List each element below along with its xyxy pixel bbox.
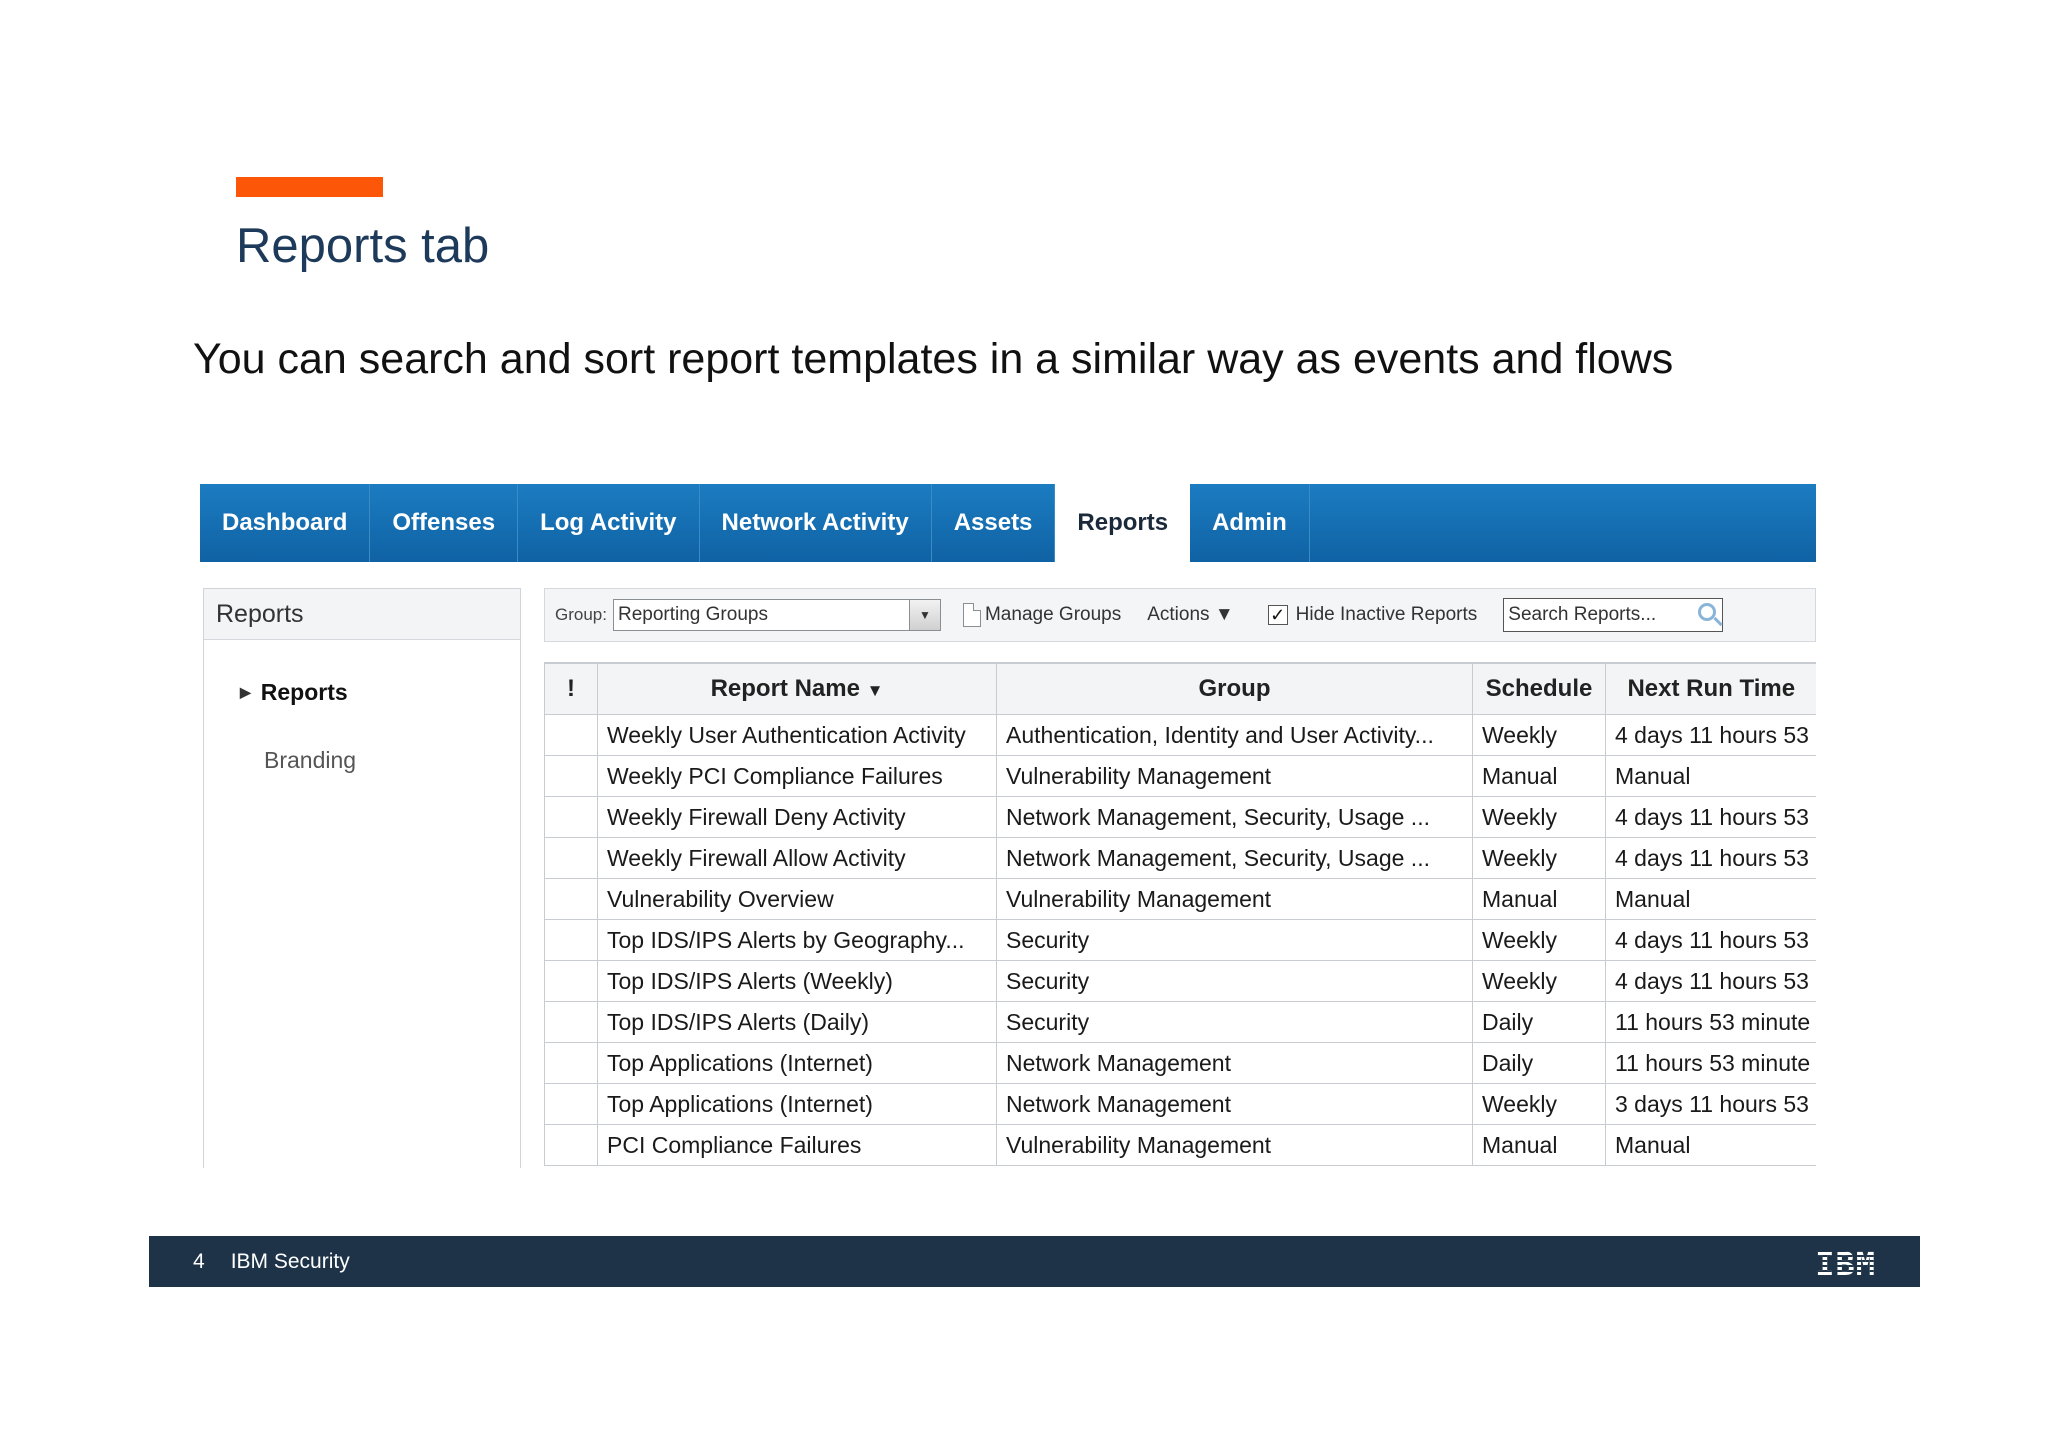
group-select-value: Reporting Groups [617,604,768,625]
table-row[interactable]: Top Applications (Internet) Network Manag… [544,1083,1816,1125]
tab-log-activity[interactable]: Log Activity [518,484,700,562]
slide-subtitle: You can search and sort report templates… [193,335,1674,383]
table-row[interactable]: Weekly PCI Compliance Failures Vulnerabil… [544,755,1816,797]
sidebar-item-label: Reports [260,679,348,705]
ibm-logo: IBM [1815,1245,1876,1283]
search-icon[interactable] [1698,603,1717,621]
col-next-run-header[interactable]: Next Run Time [1605,662,1816,715]
actions-menu[interactable]: Actions ▼ [1147,604,1233,626]
reports-sidebar: Reports ▶ Reports Branding [203,588,521,1168]
table-row[interactable]: Weekly User Authentication Activity Authe… [544,714,1816,756]
col-schedule-header[interactable]: Schedule [1472,662,1606,715]
table-row[interactable]: Top IDS/IPS Alerts (Weekly) Security Weekl… [544,960,1816,1002]
tab-network-activity[interactable]: Network Activity [700,484,932,562]
manage-groups-button[interactable]: Manage Groups [985,604,1121,626]
tab-reports[interactable]: Reports [1055,484,1191,562]
qradar-screenshot: Dashboard Offenses Log Activity Network … [200,484,1816,1168]
main-tab-bar: Dashboard Offenses Log Activity Network … [200,484,1816,562]
accent-bar [236,177,383,197]
col-report-name-header[interactable]: Report Name ▼ [597,662,997,715]
search-reports-input[interactable]: Search Reports... [1503,598,1724,632]
tab-dashboard[interactable]: Dashboard [200,484,371,562]
table-row[interactable]: Weekly Firewall Allow Activity Network Ma… [544,837,1816,879]
triangle-right-icon: ▶ [240,684,251,700]
col-label: Report Name [710,675,860,702]
sidebar-item-branding[interactable]: Branding [264,747,356,774]
table-row[interactable]: Top IDS/IPS Alerts by Geography... Securi… [544,919,1816,961]
reports-toolbar: Group: Reporting Groups ▼ Manage Groups … [544,588,1816,642]
sidebar-item-reports[interactable]: ▶ Reports [240,679,348,706]
table-row[interactable]: PCI Compliance Failures Vulnerability Man… [544,1124,1816,1166]
group-label: Group: [555,605,607,624]
sidebar-header: Reports [204,589,520,640]
footer-org: IBM Security [230,1249,350,1273]
chevron-down-icon[interactable]: ▼ [908,600,940,630]
table-header-row: ! Report Name ▼ Group Schedule Next Run … [544,662,1816,715]
tab-assets[interactable]: Assets [932,484,1056,562]
hide-inactive-label: Hide Inactive Reports [1295,604,1478,625]
sort-desc-icon: ▼ [866,681,884,700]
table-row[interactable]: Weekly Firewall Deny Activity Network Man… [544,796,1816,838]
document-icon [962,603,981,627]
table-row[interactable]: Top Applications (Internet) Network Manag… [544,1042,1816,1084]
page-number: 4 [193,1249,205,1273]
group-select[interactable]: Reporting Groups ▼ [612,599,941,631]
tab-admin[interactable]: Admin [1190,484,1310,562]
slide-title: Reports tab [236,219,490,273]
slide-footer: 4 IBM Security IBM [149,1236,1920,1287]
col-flag-header[interactable]: ! [544,662,598,715]
hide-inactive-checkbox[interactable]: ✓ [1267,605,1288,625]
col-group-header[interactable]: Group [996,662,1473,715]
tab-offenses[interactable]: Offenses [370,484,519,562]
search-placeholder: Search Reports... [1508,604,1657,625]
reports-table: ! Report Name ▼ Group Schedule Next Run … [544,662,1816,1166]
table-row[interactable]: Top IDS/IPS Alerts (Daily) Security Daily 1… [544,1001,1816,1043]
table-row[interactable]: Vulnerability Overview Vulnerability Mana… [544,878,1816,920]
